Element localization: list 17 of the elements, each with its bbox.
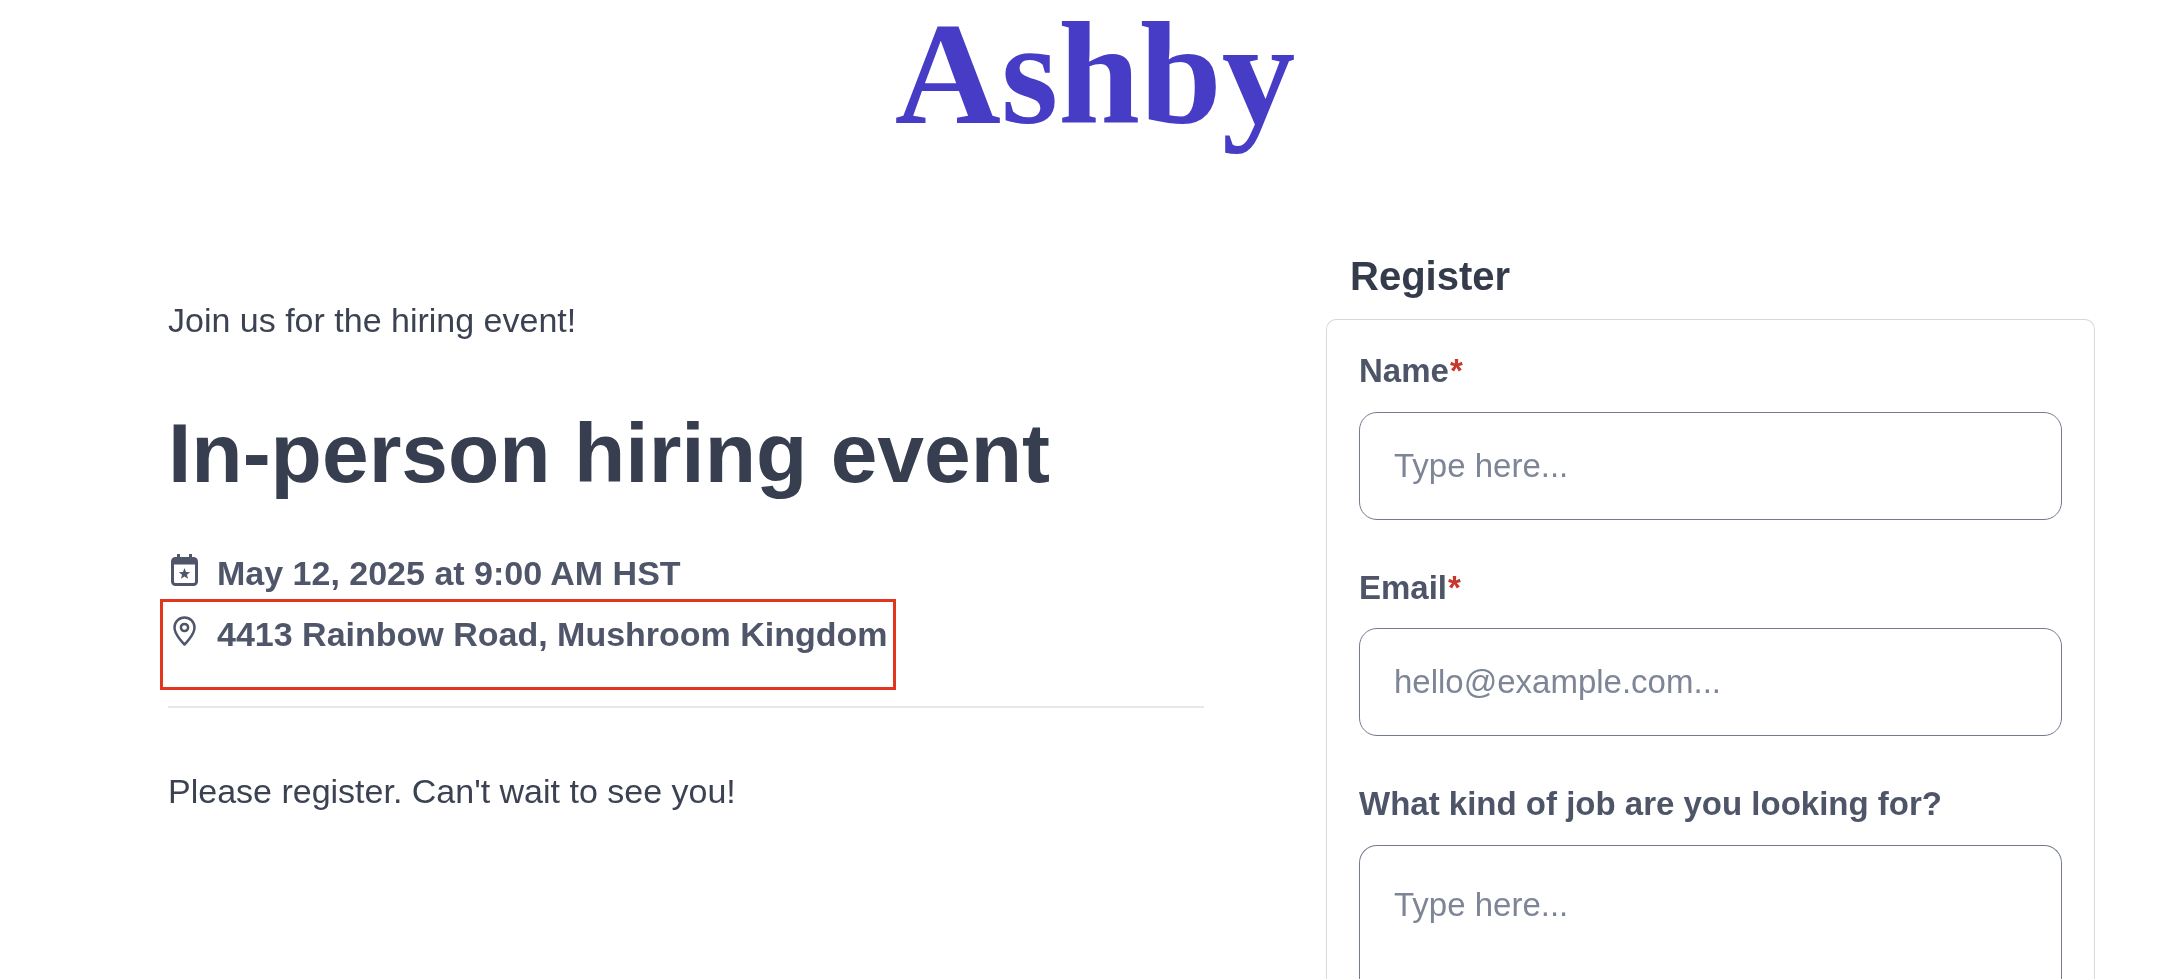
event-date: May 12, 2025 at 9:00 AM HST <box>217 552 681 594</box>
required-mark: * <box>1449 351 1463 391</box>
field-label: What kind of job are you looking for? <box>1359 784 1942 824</box>
required-mark: * <box>1448 567 1461 608</box>
event-title: In-person hiring event <box>168 405 1051 502</box>
event-address: 4413 Rainbow Road, Mushroom Kingdom <box>217 613 888 655</box>
calendar-icon <box>170 554 198 587</box>
text-input[interactable]: Type here... <box>1359 411 2062 520</box>
text-input[interactable]: hello@example.com... <box>1359 628 2062 736</box>
message-text: Please register. Can't wait to see you! <box>168 770 736 812</box>
map-pin-icon <box>172 616 196 647</box>
logo: Ashby <box>894 0 1296 157</box>
form-heading: Register <box>1350 253 1511 300</box>
text-area[interactable]: Type here... <box>1359 844 2062 979</box>
field-label: Name <box>1359 351 1449 391</box>
intro-text: Join us for the hiring event! <box>168 300 577 341</box>
field-label: Email <box>1359 567 1448 608</box>
